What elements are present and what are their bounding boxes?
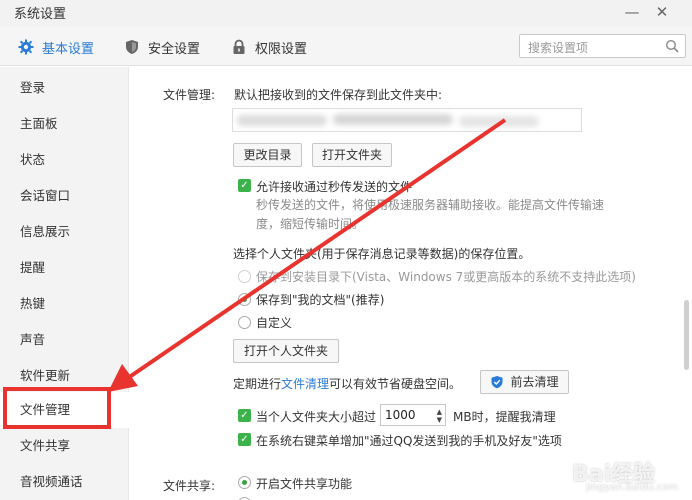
annotation-arrow: [108, 118, 507, 392]
watermark-url: jingyan.baidu.com: [586, 482, 679, 493]
